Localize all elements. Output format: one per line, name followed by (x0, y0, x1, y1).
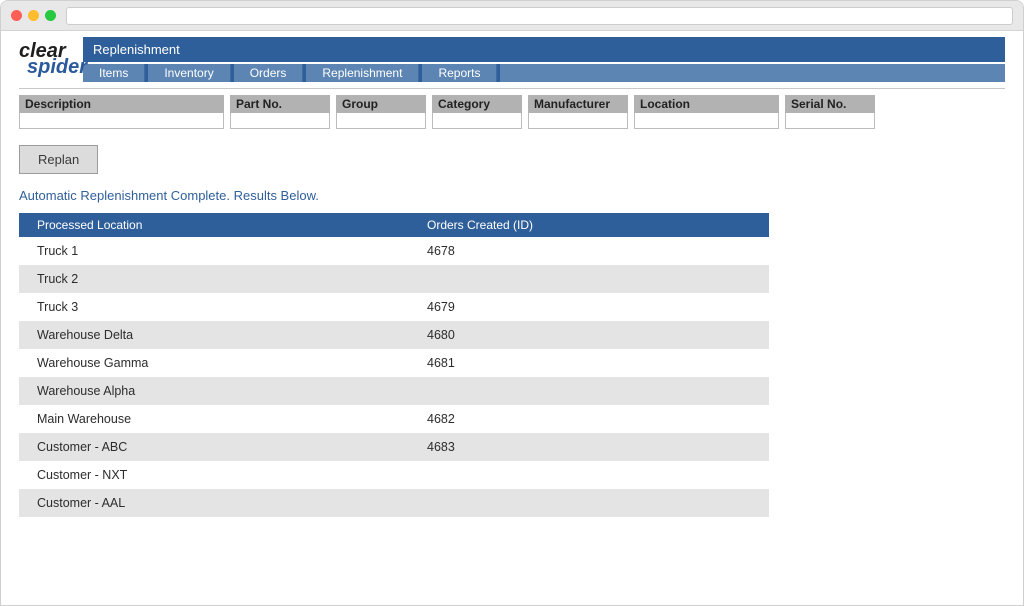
menu-fill (500, 64, 1005, 82)
filter-label: Category (432, 95, 522, 113)
table-header-row: Processed Location Orders Created (ID) (19, 213, 769, 237)
page-title: Replenishment (83, 37, 1005, 62)
table-row: Customer - NXT (19, 461, 769, 489)
results-table: Processed Location Orders Created (ID) T… (19, 213, 769, 517)
filter-input[interactable] (785, 113, 875, 129)
cell-location: Warehouse Delta (19, 321, 409, 349)
filter-label: Serial No. (785, 95, 875, 113)
col-header-order: Orders Created (ID) (409, 213, 769, 237)
logo-line2: spider (27, 60, 87, 76)
menu-bar: ItemsInventoryOrdersReplenishmentReports (83, 64, 1005, 82)
filter-group: Group (336, 95, 426, 129)
filter-description: Description (19, 95, 224, 129)
url-bar[interactable] (66, 7, 1013, 25)
table-row: Customer - ABC4683 (19, 433, 769, 461)
filter-label: Location (634, 95, 779, 113)
maximize-icon[interactable] (45, 10, 56, 21)
cell-order-id (409, 461, 769, 489)
table-row: Warehouse Alpha (19, 377, 769, 405)
cell-location: Truck 3 (19, 293, 409, 321)
cell-order-id: 4678 (409, 237, 769, 265)
filter-input[interactable] (19, 113, 224, 129)
replan-button[interactable]: Replan (19, 145, 98, 174)
cell-order-id (409, 265, 769, 293)
filter-label: Group (336, 95, 426, 113)
menu-item-orders[interactable]: Orders (234, 64, 304, 82)
table-row: Truck 14678 (19, 237, 769, 265)
cell-order-id: 4679 (409, 293, 769, 321)
filter-part-no-: Part No. (230, 95, 330, 129)
filter-input[interactable] (634, 113, 779, 129)
status-message: Automatic Replenishment Complete. Result… (19, 188, 1005, 203)
cell-location: Customer - AAL (19, 489, 409, 517)
close-icon[interactable] (11, 10, 22, 21)
filter-input[interactable] (432, 113, 522, 129)
filter-label: Description (19, 95, 224, 113)
minimize-icon[interactable] (28, 10, 39, 21)
cell-location: Main Warehouse (19, 405, 409, 433)
window-controls (11, 10, 56, 21)
cell-order-id: 4680 (409, 321, 769, 349)
filter-manufacturer: Manufacturer (528, 95, 628, 129)
filter-location: Location (634, 95, 779, 129)
filter-input[interactable] (528, 113, 628, 129)
cell-location: Customer - ABC (19, 433, 409, 461)
menu-item-replenishment[interactable]: Replenishment (306, 64, 419, 82)
topbar: clear spider Replenishment ItemsInventor… (19, 37, 1005, 82)
menu-item-inventory[interactable]: Inventory (148, 64, 230, 82)
filter-row: Description Part No. Group Category Manufact… (19, 95, 1005, 129)
table-row: Customer - AAL (19, 489, 769, 517)
filter-input[interactable] (230, 113, 330, 129)
logo: clear spider (19, 37, 79, 82)
menu-item-reports[interactable]: Reports (422, 64, 497, 82)
cell-location: Warehouse Alpha (19, 377, 409, 405)
filter-label: Manufacturer (528, 95, 628, 113)
cell-order-id: 4681 (409, 349, 769, 377)
cell-order-id (409, 489, 769, 517)
browser-frame: clear spider Replenishment ItemsInventor… (0, 0, 1024, 606)
page-content: clear spider Replenishment ItemsInventor… (1, 31, 1023, 605)
filter-serial-no-: Serial No. (785, 95, 875, 129)
table-row: Truck 34679 (19, 293, 769, 321)
table-row: Main Warehouse4682 (19, 405, 769, 433)
browser-chrome (1, 1, 1023, 31)
cell-order-id: 4682 (409, 405, 769, 433)
menu-item-items[interactable]: Items (83, 64, 145, 82)
table-body: Truck 14678Truck 2Truck 34679Warehouse D… (19, 237, 769, 517)
cell-location: Truck 1 (19, 237, 409, 265)
filter-input[interactable] (336, 113, 426, 129)
col-header-location: Processed Location (19, 213, 409, 237)
cell-order-id: 4683 (409, 433, 769, 461)
cell-order-id (409, 377, 769, 405)
cell-location: Customer - NXT (19, 461, 409, 489)
table-row: Warehouse Gamma4681 (19, 349, 769, 377)
table-row: Warehouse Delta4680 (19, 321, 769, 349)
filter-category: Category (432, 95, 522, 129)
nav: Replenishment ItemsInventoryOrdersReplen… (83, 37, 1005, 82)
divider (19, 88, 1005, 89)
cell-location: Warehouse Gamma (19, 349, 409, 377)
cell-location: Truck 2 (19, 265, 409, 293)
table-row: Truck 2 (19, 265, 769, 293)
filter-label: Part No. (230, 95, 330, 113)
